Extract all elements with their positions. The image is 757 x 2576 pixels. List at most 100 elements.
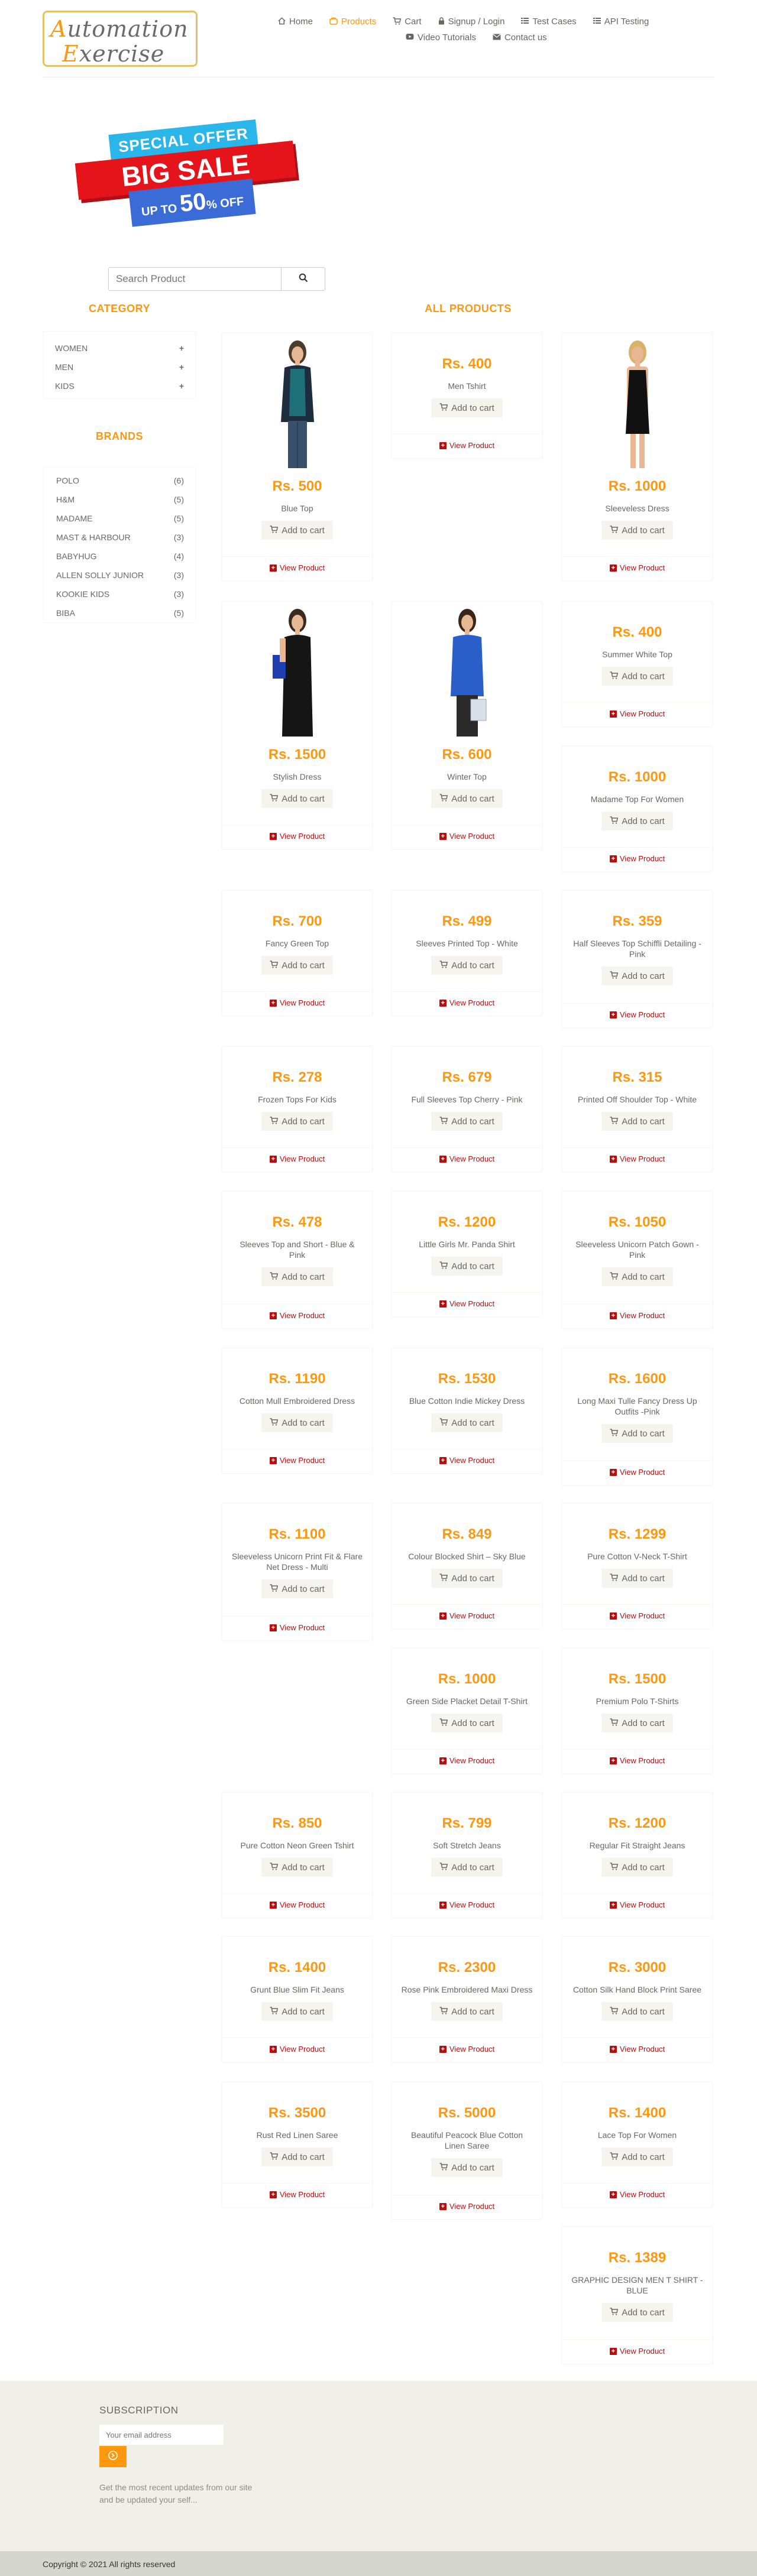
view-product-link[interactable]: + View Product bbox=[392, 1299, 542, 1308]
add-to-cart-button[interactable]: Add to cart bbox=[601, 521, 673, 540]
category-item-women[interactable]: WOMEN + bbox=[43, 339, 196, 358]
view-product-link[interactable]: + View Product bbox=[392, 1756, 542, 1765]
view-product-link[interactable]: + View Product bbox=[392, 2045, 542, 2053]
view-product-link[interactable]: + View Product bbox=[392, 1456, 542, 1465]
nav-contact-us[interactable]: Contact us bbox=[493, 33, 547, 43]
add-to-cart-button[interactable]: Add to cart bbox=[261, 1413, 333, 1433]
view-product-link[interactable]: + View Product bbox=[222, 1456, 372, 1465]
view-product-link[interactable]: + View Product bbox=[392, 832, 542, 841]
add-to-cart-button[interactable]: Add to cart bbox=[431, 2158, 503, 2178]
add-to-cart-button[interactable]: Add to cart bbox=[601, 1267, 673, 1287]
add-to-cart-label: Add to cart bbox=[622, 1271, 665, 1282]
nav-products[interactable]: Products bbox=[329, 17, 376, 27]
add-to-cart-button[interactable]: Add to cart bbox=[601, 1714, 673, 1733]
add-to-cart-button[interactable]: Add to cart bbox=[261, 2002, 333, 2022]
brand-item[interactable]: MADAME (5) bbox=[43, 509, 196, 528]
product-price: Rs. 400 bbox=[442, 356, 492, 372]
add-to-cart-button[interactable]: Add to cart bbox=[431, 1112, 503, 1131]
add-to-cart-button[interactable]: Add to cart bbox=[431, 1257, 503, 1276]
add-to-cart-button[interactable]: Add to cart bbox=[261, 1112, 333, 1131]
add-to-cart-button[interactable]: Add to cart bbox=[431, 1569, 503, 1588]
site-logo[interactable]: Automation Exercise bbox=[43, 11, 198, 67]
view-product-link[interactable]: + View Product bbox=[392, 1900, 542, 1909]
view-product-link[interactable]: + View Product bbox=[222, 2190, 372, 2199]
card-divider bbox=[562, 1003, 712, 1004]
add-to-cart-button[interactable]: Add to cart bbox=[601, 667, 673, 686]
view-product-link[interactable]: + View Product bbox=[222, 1154, 372, 1163]
add-to-cart-button[interactable]: Add to cart bbox=[261, 1858, 333, 1877]
brand-item[interactable]: BIBA (5) bbox=[43, 604, 196, 622]
view-product-link[interactable]: + View Product bbox=[562, 1900, 712, 1909]
add-to-cart-button[interactable]: Add to cart bbox=[601, 966, 673, 986]
view-product-link[interactable]: + View Product bbox=[222, 1900, 372, 1909]
add-to-cart-button[interactable]: Add to cart bbox=[431, 1714, 503, 1733]
nav-signup-login[interactable]: Signup / Login bbox=[438, 17, 504, 27]
add-to-cart-button[interactable]: Add to cart bbox=[601, 1424, 673, 1443]
view-product-link[interactable]: + View Product bbox=[392, 2202, 542, 2211]
add-to-cart-label: Add to cart bbox=[622, 1573, 665, 1584]
add-to-cart-button[interactable]: Add to cart bbox=[601, 1569, 673, 1588]
add-to-cart-button[interactable]: Add to cart bbox=[261, 521, 333, 540]
view-product-link[interactable]: + View Product bbox=[222, 998, 372, 1007]
view-product-link[interactable]: + View Product bbox=[222, 1623, 372, 1632]
view-product-link[interactable]: + View Product bbox=[562, 854, 712, 863]
add-to-cart-button[interactable]: Add to cart bbox=[431, 1858, 503, 1877]
brand-item[interactable]: KOOKIE KIDS (3) bbox=[43, 585, 196, 604]
plus-icon[interactable]: + bbox=[179, 343, 184, 353]
brand-item[interactable]: MAST & HARBOUR (3) bbox=[43, 528, 196, 547]
add-to-cart-button[interactable]: Add to cart bbox=[431, 789, 503, 809]
view-product-link[interactable]: + View Product bbox=[562, 1010, 712, 1019]
add-to-cart-button[interactable]: Add to cart bbox=[601, 2147, 673, 2167]
view-product-link[interactable]: + View Product bbox=[562, 1154, 712, 1163]
add-to-cart-button[interactable]: Add to cart bbox=[261, 956, 333, 975]
search-input[interactable] bbox=[108, 267, 282, 291]
search-button[interactable] bbox=[282, 267, 325, 291]
subscribe-button[interactable] bbox=[99, 2446, 127, 2467]
add-to-cart-button[interactable]: Add to cart bbox=[601, 1858, 673, 1877]
view-product-link[interactable]: + View Product bbox=[562, 1611, 712, 1620]
view-product-link[interactable]: + View Product bbox=[562, 2347, 712, 2356]
add-to-cart-button[interactable]: Add to cart bbox=[261, 1579, 333, 1599]
product-card: Rs. 1100 Sleeveless Unicorn Print Fit & F… bbox=[222, 1503, 373, 1641]
plus-icon[interactable]: + bbox=[179, 381, 184, 391]
nav-cart[interactable]: Cart bbox=[393, 17, 422, 27]
view-product-link[interactable]: + View Product bbox=[222, 563, 372, 572]
view-product-link[interactable]: + View Product bbox=[562, 2045, 712, 2053]
view-product-link[interactable]: + View Product bbox=[392, 1154, 542, 1163]
view-product-link[interactable]: + View Product bbox=[562, 709, 712, 718]
view-product-link[interactable]: + View Product bbox=[392, 998, 542, 1007]
category-item-kids[interactable]: KIDS + bbox=[43, 377, 196, 395]
view-product-link[interactable]: + View Product bbox=[222, 1311, 372, 1320]
nav-api-testing[interactable]: API Testing bbox=[593, 17, 649, 27]
view-product-link[interactable]: + View Product bbox=[392, 1611, 542, 1620]
view-product-link[interactable]: + View Product bbox=[392, 441, 542, 450]
nav-test-cases[interactable]: Test Cases bbox=[521, 17, 577, 27]
view-product-link[interactable]: + View Product bbox=[562, 1468, 712, 1477]
add-to-cart-button[interactable]: Add to cart bbox=[431, 398, 503, 418]
nav-home[interactable]: Home bbox=[278, 17, 313, 27]
brand-item[interactable]: BABYHUG (4) bbox=[43, 547, 196, 566]
subscribe-email-input[interactable] bbox=[99, 2425, 224, 2445]
add-to-cart-button[interactable]: Add to cart bbox=[431, 956, 503, 975]
brand-item[interactable]: H&M (5) bbox=[43, 490, 196, 509]
add-to-cart-button[interactable]: Add to cart bbox=[261, 789, 333, 809]
add-to-cart-button[interactable]: Add to cart bbox=[431, 2002, 503, 2022]
add-to-cart-button[interactable]: Add to cart bbox=[601, 1112, 673, 1131]
add-to-cart-button[interactable]: Add to cart bbox=[261, 1267, 333, 1287]
view-product-link[interactable]: + View Product bbox=[222, 832, 372, 841]
view-product-link[interactable]: + View Product bbox=[562, 1311, 712, 1320]
add-to-cart-button[interactable]: Add to cart bbox=[601, 2303, 673, 2322]
add-to-cart-button[interactable]: Add to cart bbox=[431, 1413, 503, 1433]
add-to-cart-button[interactable]: Add to cart bbox=[601, 812, 673, 831]
brand-item[interactable]: ALLEN SOLLY JUNIOR (3) bbox=[43, 566, 196, 585]
add-to-cart-button[interactable]: Add to cart bbox=[601, 2002, 673, 2022]
plus-icon[interactable]: + bbox=[179, 362, 184, 372]
view-product-link[interactable]: + View Product bbox=[222, 2045, 372, 2053]
nav-video-tutorials[interactable]: Video Tutorials bbox=[406, 33, 476, 43]
add-to-cart-button[interactable]: Add to cart bbox=[261, 2147, 333, 2167]
brand-item[interactable]: POLO (6) bbox=[43, 471, 196, 490]
category-item-men[interactable]: MEN + bbox=[43, 358, 196, 377]
view-product-link[interactable]: + View Product bbox=[562, 563, 712, 572]
view-product-link[interactable]: + View Product bbox=[562, 2190, 712, 2199]
view-product-link[interactable]: + View Product bbox=[562, 1756, 712, 1765]
